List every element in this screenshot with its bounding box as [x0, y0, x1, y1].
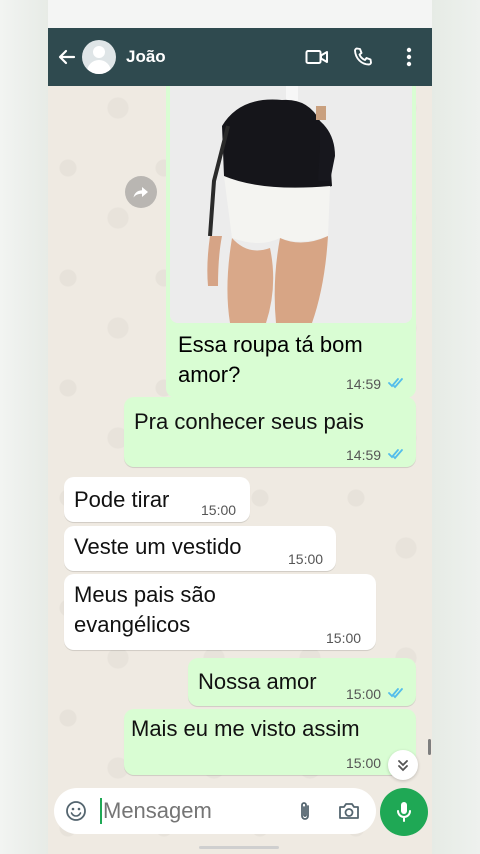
- double-chevron-down-icon: [398, 760, 408, 772]
- message-text: Pode tirar: [74, 487, 170, 512]
- message-composer: [54, 788, 376, 834]
- video-call-icon[interactable]: [294, 28, 340, 86]
- read-ticks-icon: [388, 688, 403, 699]
- message-bubble-incoming[interactable]: Pode tirar 15:00: [64, 477, 250, 522]
- forward-icon[interactable]: [125, 176, 157, 208]
- more-vert-icon[interactable]: [386, 28, 432, 86]
- home-indicator: [199, 846, 279, 849]
- status-strip: [0, 0, 480, 28]
- message-text: Veste um vestido: [74, 534, 242, 559]
- phone-call-icon[interactable]: [340, 28, 386, 86]
- photo-message-bubble[interactable]: Essa roupa tá bom amor? 14:59: [166, 86, 416, 398]
- message-bubble-outgoing[interactable]: Pra conhecer seus pais 14:59: [124, 397, 416, 467]
- message-bubble-incoming[interactable]: Veste um vestido 15:00: [64, 526, 336, 571]
- left-background: [0, 0, 48, 854]
- message-text: Meus pais são evangélicos: [74, 582, 216, 637]
- message-time: 15:00: [346, 686, 382, 702]
- emoji-icon[interactable]: [54, 788, 98, 834]
- message-time: 15:00: [326, 630, 362, 646]
- scrollbar-thumb[interactable]: [428, 739, 431, 755]
- scroll-to-bottom-button[interactable]: [388, 750, 418, 780]
- chat-header: João: [48, 28, 432, 86]
- message-time: 14:59: [346, 376, 382, 392]
- avatar[interactable]: [82, 40, 116, 74]
- attach-icon[interactable]: [283, 788, 327, 834]
- message-text: Mais eu me visto assim: [131, 716, 360, 741]
- message-input[interactable]: [103, 798, 283, 824]
- message-time: 15:00: [346, 755, 382, 771]
- message-bubble-incoming[interactable]: Meus pais são evangélicos 15:00: [64, 574, 376, 650]
- read-ticks-icon: [388, 449, 403, 460]
- chat-screen: João Essa roupa tá bom amor? 14:59 Pra c…: [48, 28, 432, 854]
- mic-button[interactable]: [380, 788, 428, 836]
- message-bubble-outgoing[interactable]: Nossa amor 15:00: [188, 658, 416, 706]
- message-time: 14:59: [346, 447, 382, 463]
- message-text: Nossa amor: [198, 669, 317, 694]
- camera-icon[interactable]: [327, 788, 371, 834]
- mic-icon: [397, 802, 411, 822]
- contact-name[interactable]: João: [126, 47, 294, 67]
- read-ticks-icon: [388, 378, 403, 389]
- message-text: Pra conhecer seus pais: [134, 409, 364, 434]
- outfit-photo[interactable]: [170, 86, 412, 323]
- back-arrow-icon[interactable]: [52, 28, 82, 86]
- right-background: [432, 0, 480, 854]
- message-bubble-outgoing[interactable]: Mais eu me visto assim 15:00: [124, 709, 416, 775]
- text-cursor: [100, 798, 102, 824]
- message-time: 15:00: [288, 551, 324, 567]
- message-time: 15:00: [201, 502, 237, 518]
